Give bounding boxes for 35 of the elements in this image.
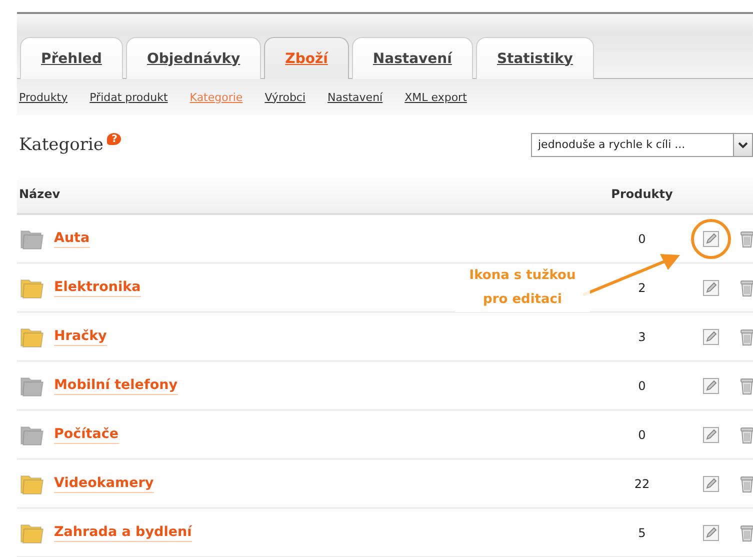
trash-icon[interactable] [740, 426, 753, 444]
trash-icon[interactable] [740, 328, 753, 346]
column-header: Produkty [610, 187, 674, 201]
page-title: Kategorie [19, 135, 104, 155]
product-count: 3 [637, 330, 647, 344]
trash-icon[interactable] [740, 474, 753, 492]
tab[interactable]: Statistiky [476, 37, 594, 79]
product-count: 22 [633, 476, 651, 490]
product-count: 5 [637, 526, 647, 540]
trash-icon[interactable] [740, 230, 753, 248]
subnav-link[interactable]: XML export [404, 90, 467, 104]
edit-icon[interactable] [702, 426, 720, 444]
edit-icon[interactable] [702, 278, 720, 296]
subnav-link[interactable]: Výrobci [264, 90, 306, 104]
product-count: 0 [637, 378, 647, 392]
subnav-link[interactable]: Produkty [19, 90, 68, 104]
tab[interactable]: Objednávky [126, 37, 262, 79]
edit-icon[interactable] [702, 524, 720, 542]
edit-icon[interactable] [702, 376, 720, 394]
tab[interactable]: Nastavení [352, 37, 473, 79]
edit-icon[interactable] [702, 230, 720, 248]
trash-icon[interactable] [740, 278, 753, 296]
product-count: 2 [637, 280, 647, 294]
subnav-link[interactable]: Přidat produkt [90, 90, 168, 104]
product-count: 0 [637, 428, 647, 442]
column-header: Název [18, 187, 62, 201]
trash-icon[interactable] [740, 524, 753, 542]
filter-select[interactable]: jednoduše a rychle k cíli ... [531, 133, 753, 157]
tab[interactable]: Přehled [20, 37, 123, 79]
subnav-link[interactable]: Nastavení [328, 90, 383, 104]
trash-icon[interactable] [740, 376, 753, 394]
edit-icon[interactable] [702, 328, 720, 346]
edit-icon[interactable] [702, 474, 720, 492]
chevron-icon [738, 142, 748, 148]
product-count: 0 [637, 232, 647, 246]
